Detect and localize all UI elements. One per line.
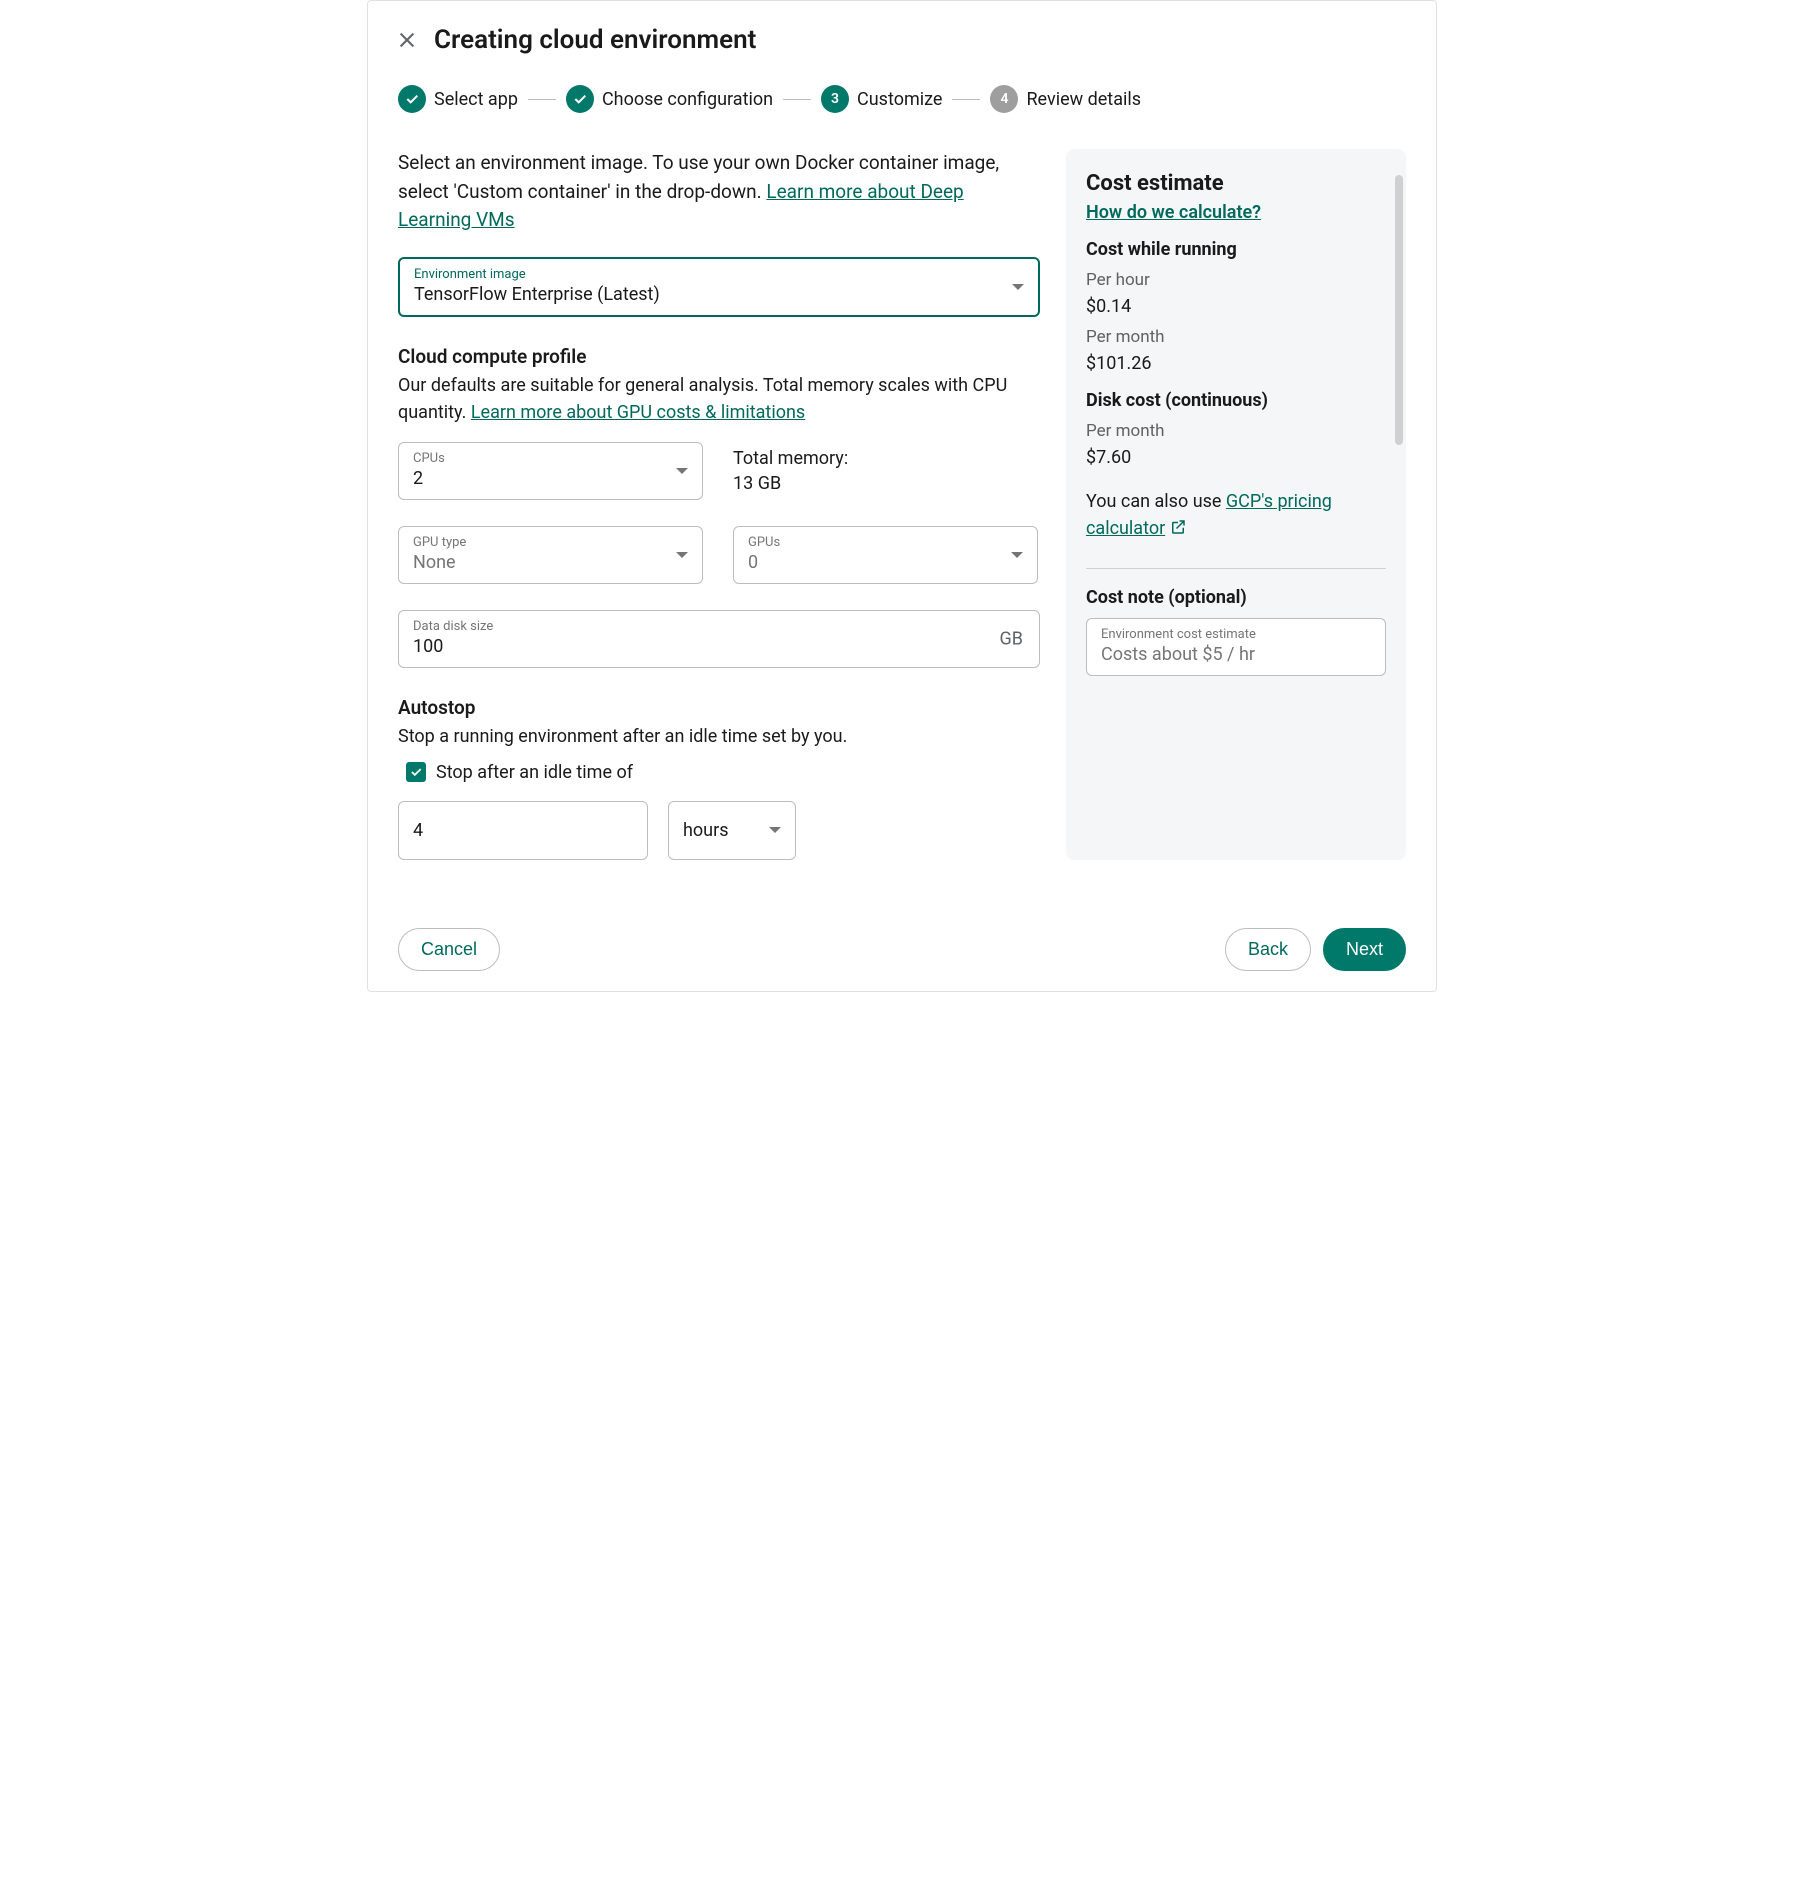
idle-duration-input[interactable]: 4 bbox=[398, 801, 648, 860]
field-label: Data disk size bbox=[413, 619, 1025, 634]
idle-unit-value: hours bbox=[683, 820, 729, 841]
field-value: TensorFlow Enterprise (Latest) bbox=[414, 284, 1024, 305]
step-connector bbox=[783, 99, 811, 100]
next-button[interactable]: Next bbox=[1323, 928, 1406, 971]
chevron-down-icon bbox=[676, 552, 688, 558]
intro-text: Select an environment image. To use your… bbox=[398, 149, 1040, 235]
checkbox-label: Stop after an idle time of bbox=[436, 762, 633, 783]
divider bbox=[1086, 568, 1386, 569]
step-connector bbox=[528, 99, 556, 100]
field-label: GPUs bbox=[748, 535, 1023, 550]
left-column: Select an environment image. To use your… bbox=[398, 149, 1040, 860]
checkbox-checked-icon[interactable] bbox=[406, 762, 426, 782]
also-text-span: You can also use bbox=[1086, 491, 1226, 512]
field-value: 0 bbox=[748, 552, 1023, 573]
field-label: GPU type bbox=[413, 535, 688, 550]
cost-estimate-panel: Cost estimate How do we calculate? Cost … bbox=[1066, 149, 1406, 860]
modal-title: Creating cloud environment bbox=[434, 25, 756, 55]
external-link-icon bbox=[1169, 517, 1187, 544]
chevron-down-icon bbox=[769, 827, 781, 833]
step-select-app[interactable]: Select app bbox=[398, 85, 518, 113]
disk-cost-heading: Disk cost (continuous) bbox=[1086, 390, 1386, 411]
back-button[interactable]: Back bbox=[1225, 928, 1311, 971]
field-label: Environment cost estimate bbox=[1101, 627, 1371, 642]
gpu-type-select[interactable]: GPU type None bbox=[398, 526, 703, 584]
content-row: Select an environment image. To use your… bbox=[398, 149, 1406, 860]
cost-note-input[interactable]: Environment cost estimate Costs about $5… bbox=[1086, 618, 1386, 676]
step-label: Choose configuration bbox=[602, 89, 773, 110]
field-value: None bbox=[413, 552, 688, 573]
field-label: Environment image bbox=[414, 267, 1024, 282]
cost-running-heading: Cost while running bbox=[1086, 239, 1386, 260]
disk-per-month-label: Per month bbox=[1086, 421, 1386, 441]
stepper: Select app Choose configuration 3 Custom… bbox=[398, 85, 1406, 113]
memory-value: 13 GB bbox=[733, 473, 848, 494]
step-label: Customize bbox=[857, 89, 942, 110]
step-connector bbox=[952, 99, 980, 100]
chevron-down-icon bbox=[1011, 552, 1023, 558]
modal-header: Creating cloud environment bbox=[398, 25, 1406, 55]
per-month-value: $101.26 bbox=[1086, 353, 1386, 374]
disk-size-input[interactable]: Data disk size 100 GB bbox=[398, 610, 1040, 668]
cancel-button[interactable]: Cancel bbox=[398, 928, 500, 971]
per-hour-label: Per hour bbox=[1086, 270, 1386, 290]
step-label: Review details bbox=[1026, 89, 1141, 110]
learn-more-gpu-link[interactable]: Learn more about GPU costs & limitations bbox=[471, 402, 805, 423]
step-number-icon: 3 bbox=[821, 85, 849, 113]
footer: Cancel Back Next bbox=[398, 910, 1406, 971]
autostop-desc: Stop a running environment after an idle… bbox=[398, 723, 1040, 750]
autostop-checkbox-row[interactable]: Stop after an idle time of bbox=[406, 762, 1040, 783]
step-choose-configuration[interactable]: Choose configuration bbox=[566, 85, 773, 113]
env-image-select[interactable]: Environment image TensorFlow Enterprise … bbox=[398, 257, 1040, 317]
compute-desc: Our defaults are suitable for general an… bbox=[398, 372, 1040, 426]
step-number-icon: 4 bbox=[990, 85, 1018, 113]
field-value: 100 bbox=[413, 636, 1025, 657]
disk-unit-suffix: GB bbox=[1000, 628, 1023, 649]
memory-label: Total memory: bbox=[733, 448, 848, 469]
cpus-select[interactable]: CPUs 2 bbox=[398, 442, 703, 500]
create-cloud-env-modal: Creating cloud environment Select app Ch… bbox=[367, 0, 1437, 992]
field-value: 2 bbox=[413, 468, 688, 489]
per-month-label: Per month bbox=[1086, 327, 1386, 347]
compute-heading: Cloud compute profile bbox=[398, 345, 1040, 368]
how-calculate-link[interactable]: How do we calculate? bbox=[1086, 202, 1261, 223]
checkmark-icon bbox=[398, 85, 426, 113]
checkmark-icon bbox=[566, 85, 594, 113]
cost-note-heading: Cost note (optional) bbox=[1086, 587, 1386, 608]
gpus-select[interactable]: GPUs 0 bbox=[733, 526, 1038, 584]
close-icon[interactable] bbox=[398, 31, 416, 49]
chevron-down-icon bbox=[676, 468, 688, 474]
step-review-details: 4 Review details bbox=[990, 85, 1141, 113]
step-label: Select app bbox=[434, 89, 518, 110]
step-customize[interactable]: 3 Customize bbox=[821, 85, 942, 113]
idle-unit-select[interactable]: hours bbox=[668, 801, 796, 860]
cost-title: Cost estimate bbox=[1086, 171, 1386, 196]
autostop-heading: Autostop bbox=[398, 696, 1040, 719]
total-memory-display: Total memory: 13 GB bbox=[733, 442, 848, 494]
per-hour-value: $0.14 bbox=[1086, 296, 1386, 317]
field-value: Costs about $5 / hr bbox=[1101, 644, 1371, 665]
chevron-down-icon bbox=[1012, 284, 1024, 290]
also-use-text: You can also use GCP's pricing calculato… bbox=[1086, 488, 1386, 544]
field-label: CPUs bbox=[413, 451, 688, 466]
disk-per-month-value: $7.60 bbox=[1086, 447, 1386, 468]
